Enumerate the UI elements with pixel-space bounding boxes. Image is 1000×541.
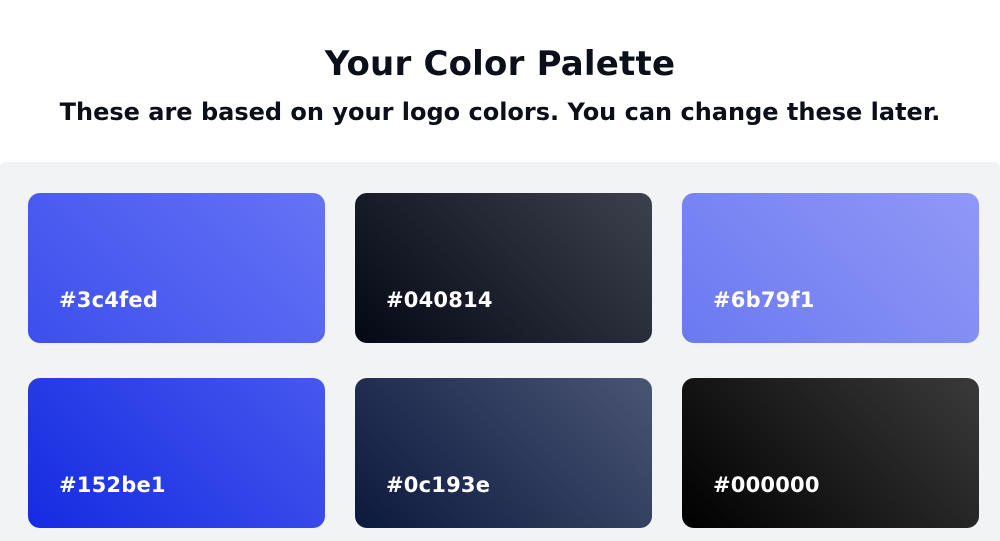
page-title: Your Color Palette [324, 44, 676, 84]
palette-panel: #3c4fed #040814 #6b79f1 #152be1 #0c193e … [0, 162, 1000, 541]
swatch-hex-label: #0c193e [386, 473, 491, 497]
color-swatch[interactable]: #000000 [682, 378, 979, 528]
color-swatch[interactable]: #0c193e [355, 378, 652, 528]
swatch-hex-label: #000000 [713, 473, 820, 497]
color-swatch[interactable]: #152be1 [28, 378, 325, 528]
page-header: Your Color Palette These are based on yo… [0, 0, 1000, 162]
swatch-hex-label: #040814 [386, 288, 493, 312]
swatch-hex-label: #6b79f1 [713, 288, 815, 312]
color-swatch[interactable]: #040814 [355, 193, 652, 343]
color-swatch[interactable]: #6b79f1 [682, 193, 979, 343]
swatch-hex-label: #3c4fed [59, 288, 159, 312]
page-subtitle: These are based on your logo colors. You… [59, 98, 941, 126]
swatch-hex-label: #152be1 [59, 473, 166, 497]
color-swatch[interactable]: #3c4fed [28, 193, 325, 343]
